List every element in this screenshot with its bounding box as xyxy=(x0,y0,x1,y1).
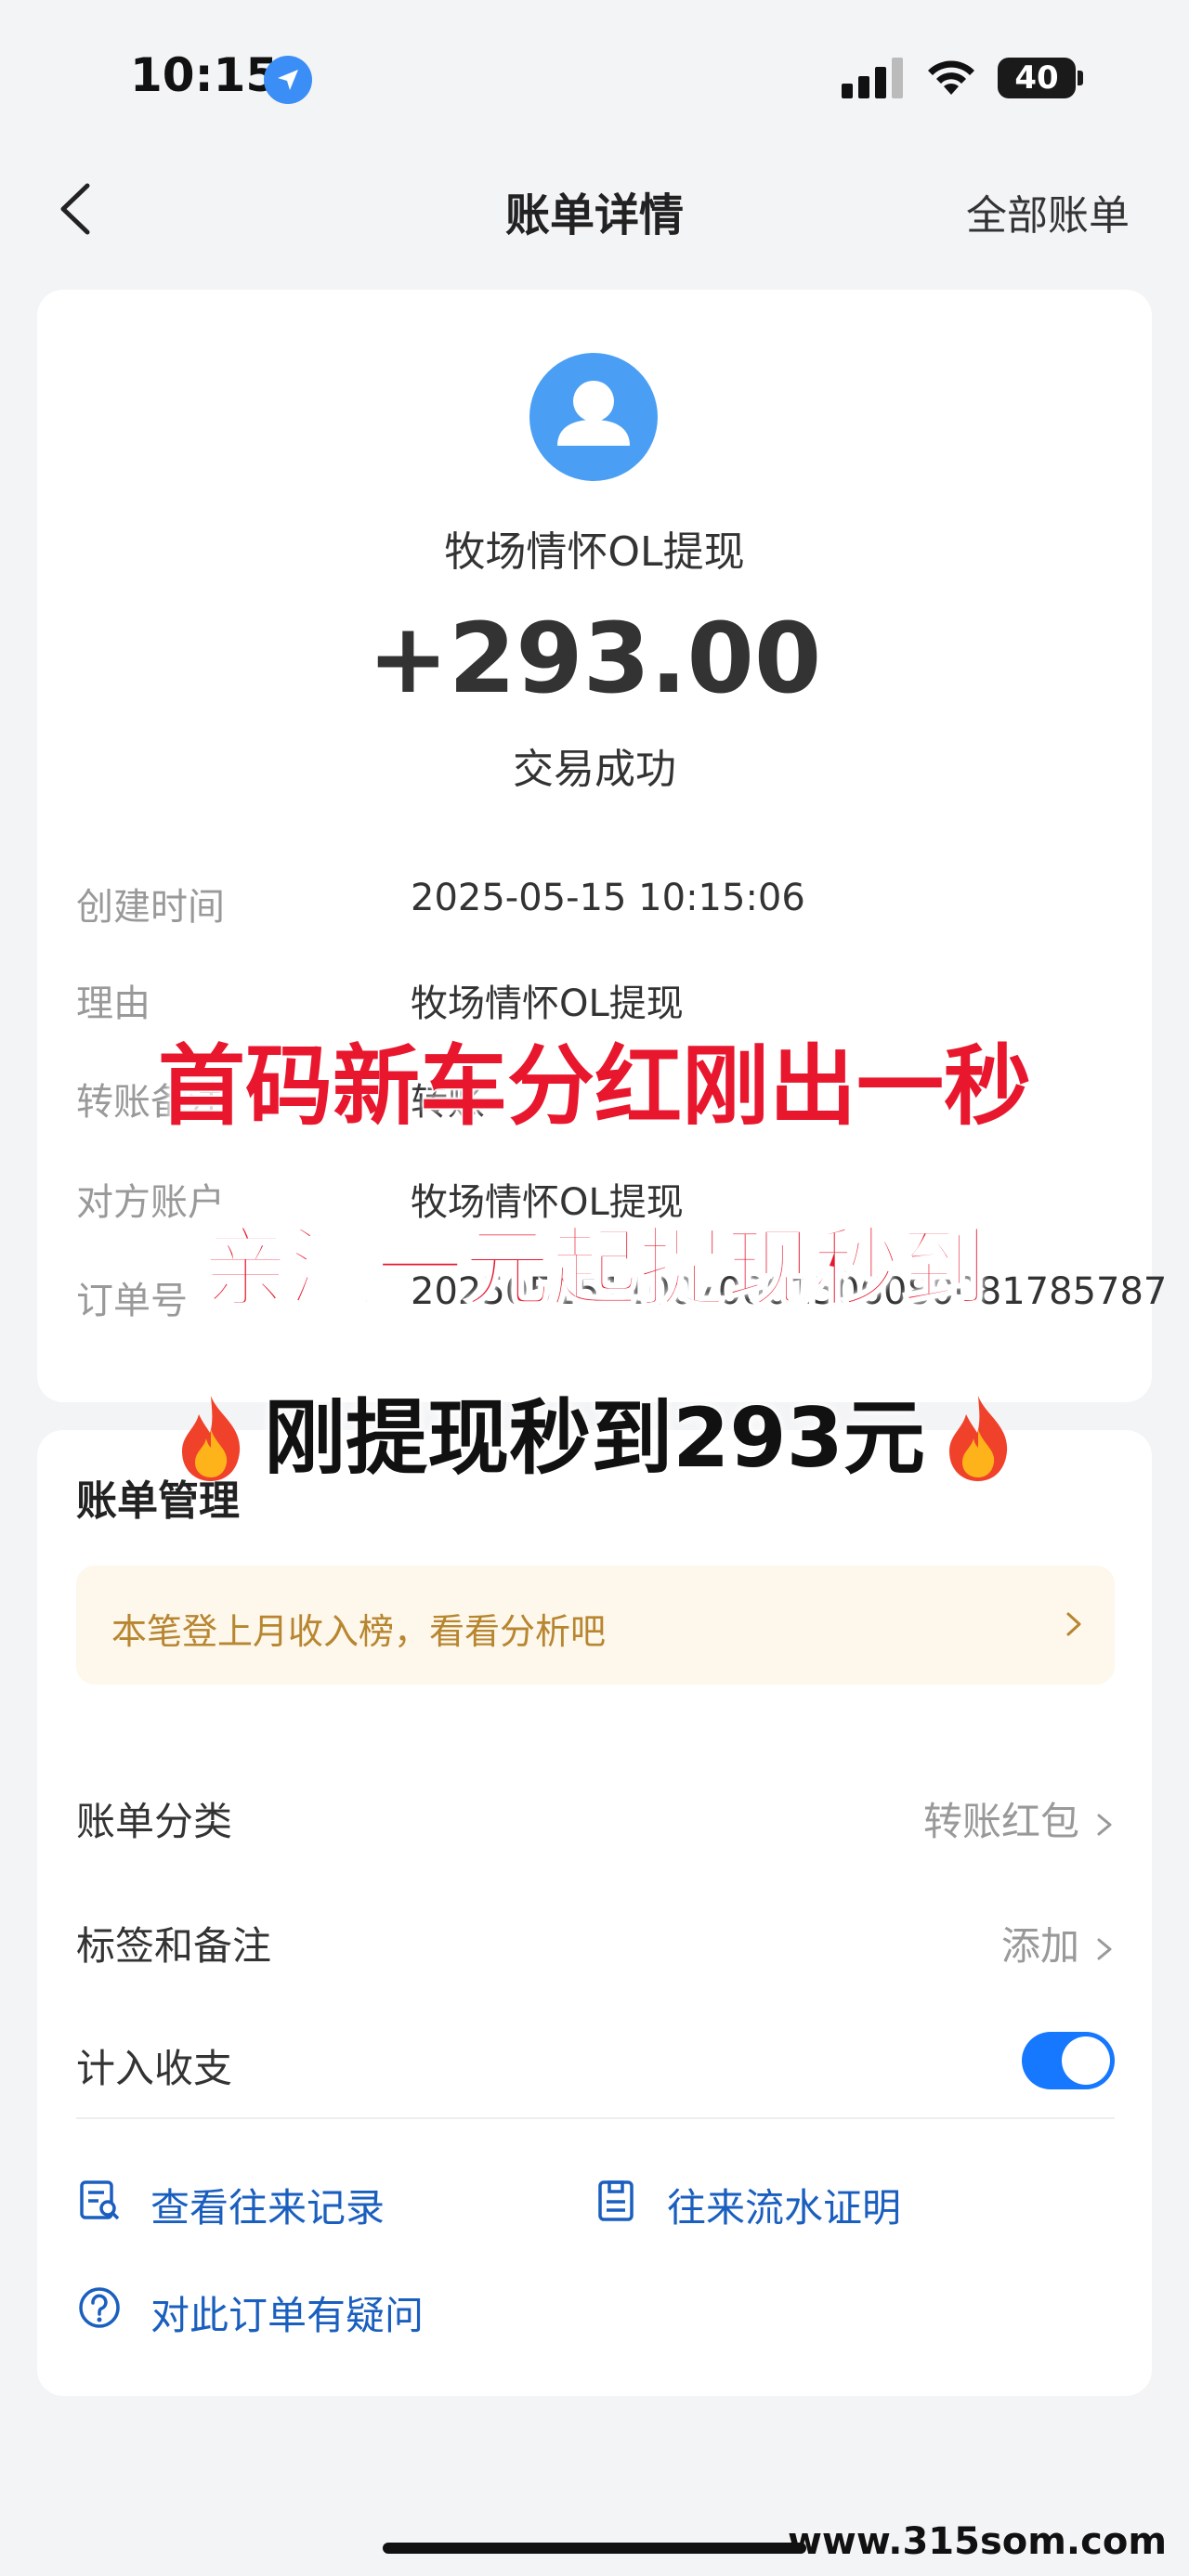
banner-text: 本笔登上月收入榜，看看分析吧 xyxy=(111,1611,607,1652)
fire-icon xyxy=(182,1396,241,1482)
home-indicator xyxy=(383,2543,806,2554)
include-in-budget-toggle[interactable] xyxy=(1022,2032,1115,2089)
row-label: 计入收支 xyxy=(76,2046,233,2091)
promo-line-3-text: 刚提现秒到293元 xyxy=(264,1390,925,1486)
detail-value: 2025-05-15 10:15:06 xyxy=(411,877,805,919)
records-search-icon xyxy=(80,2180,120,2220)
order-question-link[interactable]: 对此订单有疑问 xyxy=(150,2284,424,2341)
wifi-icon xyxy=(928,60,974,95)
nav-bar: 账单详情 全部账单 xyxy=(0,158,1189,260)
detail-row-created-time: 创建时间 2025-05-15 10:15:06 xyxy=(76,877,1135,932)
bill-management-card: 账单管理 本笔登上月收入榜，看看分析吧 账单分类 转账红包 标签和备注 添加 计… xyxy=(37,1430,1152,2396)
income-ranking-banner[interactable]: 本笔登上月收入榜，看看分析吧 xyxy=(76,1566,1115,1685)
clock: 10:15 xyxy=(130,48,279,102)
tags-notes-row[interactable]: 标签和备注 添加 xyxy=(76,1898,1115,1982)
detail-label: 创建时间 xyxy=(76,886,225,929)
bill-category-row[interactable]: 账单分类 转账红包 xyxy=(76,1774,1115,1857)
merchant-name: 牧场情怀OL提现 xyxy=(444,528,745,576)
location-arrow-icon xyxy=(264,56,312,104)
chevron-right-icon xyxy=(1097,1814,1112,1835)
statement-proof-icon xyxy=(598,2180,634,2221)
transaction-status: 交易成功 xyxy=(513,746,676,793)
toggle-knob xyxy=(1062,2036,1110,2085)
divider xyxy=(76,2117,1115,2119)
battery-icon: 40 xyxy=(998,58,1076,98)
promo-overlay-line-2: 亲测一元起提现秒到 xyxy=(200,1217,988,1321)
all-bills-link[interactable]: 全部账单 xyxy=(966,182,1130,241)
cellular-signal-icon xyxy=(842,58,903,98)
row-label: 账单分类 xyxy=(76,1799,233,1844)
bill-category-value: 转账红包 xyxy=(922,1799,1079,1844)
statement-proof-link[interactable]: 往来流水证明 xyxy=(667,2177,901,2233)
promo-overlay-line-3: 刚提现秒到293元 xyxy=(0,1373,1189,1490)
row-value-wrap: 转账红包 xyxy=(923,1790,1115,1847)
user-avatar-icon xyxy=(529,353,658,481)
include-in-budget-row: 计入收支 xyxy=(76,2021,1115,2104)
row-label: 标签和备注 xyxy=(76,1923,272,1969)
status-bar: 10:15 40 xyxy=(0,0,1189,139)
add-tag-value: 添加 xyxy=(1000,1923,1079,1969)
promo-overlay-line-1: 首码新车分红刚出一秒 xyxy=(156,1035,1032,1139)
chevron-right-icon xyxy=(1097,1938,1112,1959)
view-records-link[interactable]: 查看往来记录 xyxy=(150,2177,385,2233)
chevron-right-icon xyxy=(1066,1612,1081,1636)
battery-tip xyxy=(1078,71,1083,85)
watermark: www.315som.com xyxy=(787,2520,1167,2563)
fire-icon xyxy=(948,1396,1007,1482)
question-icon xyxy=(79,2287,120,2328)
row-value-wrap: 添加 xyxy=(1001,1915,1115,1971)
transaction-amount: +293.00 xyxy=(367,602,822,715)
